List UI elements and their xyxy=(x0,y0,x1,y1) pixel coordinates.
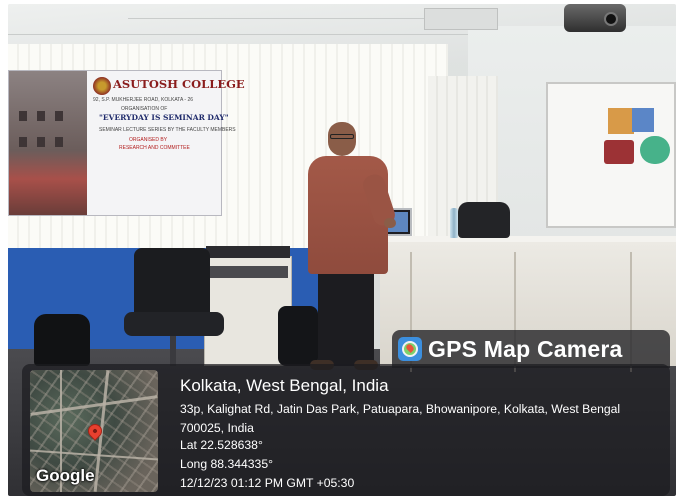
chair-back xyxy=(134,248,210,318)
banner-tagline: "EVERYDAY IS SEMINAR DAY" xyxy=(99,113,229,122)
banner-title: ASUTOSH COLLEGE xyxy=(113,77,245,91)
timestamp: 12/12/23 01:12 PM GMT +05:30 xyxy=(180,476,355,490)
water-bottle xyxy=(450,208,458,238)
building-window xyxy=(19,137,27,147)
map-pin-dot xyxy=(92,428,98,434)
projection-screen xyxy=(546,82,676,228)
banner-organising: ORGANISATION OF xyxy=(121,106,168,112)
location-city: Kolkata, West Bengal, India xyxy=(180,376,389,395)
map-road xyxy=(30,395,158,416)
slide-graphic xyxy=(608,108,634,134)
gps-app-header: GPS Map Camera xyxy=(392,330,670,368)
building-window xyxy=(55,137,63,147)
desk-chair xyxy=(458,202,510,238)
bag xyxy=(278,306,318,366)
slide-graphic xyxy=(632,108,654,132)
projector xyxy=(564,4,626,32)
speaker-glasses xyxy=(330,134,354,139)
gps-info-panel: Google Kolkata, West Bengal, India 33p, … xyxy=(22,364,670,496)
slide-graphic xyxy=(604,140,634,164)
app-title: GPS Map Camera xyxy=(428,335,623,362)
backpack xyxy=(34,314,90,366)
college-logo xyxy=(93,77,111,95)
speaker-head xyxy=(328,122,356,156)
seminar-banner: ASUTOSH COLLEGE 92, S.P. MUKHERJEE ROAD,… xyxy=(8,70,245,216)
building-window xyxy=(55,111,63,121)
ceiling-seam xyxy=(8,34,468,35)
google-logo: Google xyxy=(36,466,95,485)
banner-address: 92, S.P. MUKHERJEE ROAD, KOLKATA - 26 xyxy=(93,97,194,103)
slide-graphic xyxy=(640,136,670,164)
gps-map-camera-icon xyxy=(398,337,422,361)
map-road xyxy=(30,449,158,461)
longitude: Long 88.344335° xyxy=(180,457,273,471)
location-map-thumbnail: Google xyxy=(30,370,158,492)
banner-committee: RESEARCH AND COMMITTEE xyxy=(119,145,190,151)
speaker-legs xyxy=(318,266,374,366)
banner-organised-by: ORGANISED BY xyxy=(129,137,168,143)
ac-vent xyxy=(424,8,498,30)
building-window xyxy=(37,137,45,147)
ceiling-seam xyxy=(128,18,428,19)
speaker-hand xyxy=(384,218,396,228)
audio-device xyxy=(208,266,288,278)
chair-leg xyxy=(170,336,176,366)
latitude: Lat 22.528638° xyxy=(180,438,263,452)
location-address: 33p, Kalighat Rd, Jatin Das Park, Patuap… xyxy=(180,402,621,435)
college-building-photo xyxy=(9,71,87,215)
banner-series: SEMINAR LECTURE SERIES BY THE FACULTY ME… xyxy=(99,127,236,133)
building-window xyxy=(19,111,27,121)
classroom-photo: ASUTOSH COLLEGE 92, S.P. MUKHERJEE ROAD,… xyxy=(8,4,676,496)
chair-seat xyxy=(124,312,224,336)
audio-mixer xyxy=(206,246,290,258)
building-window xyxy=(37,111,45,121)
projector-lens xyxy=(604,12,618,26)
